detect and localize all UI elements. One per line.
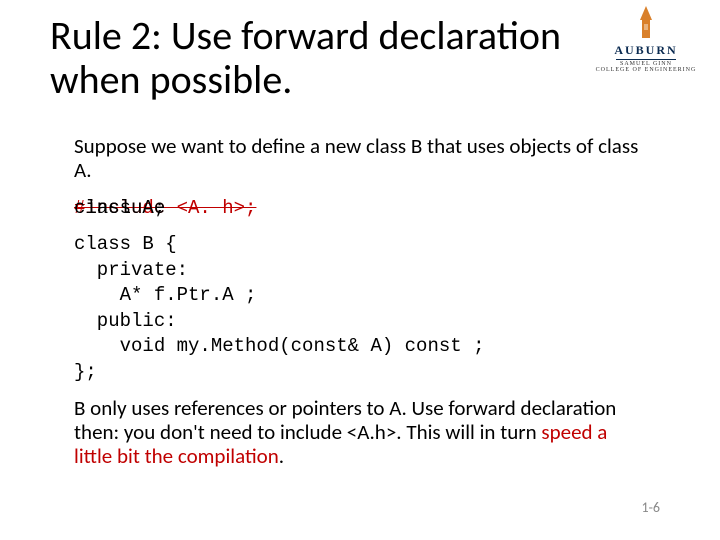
tower-icon bbox=[636, 6, 656, 45]
slide-title: Rule 2: Use forward declaration when pos… bbox=[50, 14, 590, 102]
outro-paragraph: B only uses references or pointers to A.… bbox=[74, 396, 650, 468]
intro-paragraph: Suppose we want to define a new class B … bbox=[74, 134, 650, 182]
logo-divider bbox=[616, 59, 676, 60]
slide: AUBURN SAMUEL GINN COLLEGE OF ENGINEERIN… bbox=[0, 0, 720, 540]
auburn-logo: AUBURN SAMUEL GINN COLLEGE OF ENGINEERIN… bbox=[586, 6, 706, 73]
outro-part1: B only uses references or pointers to A.… bbox=[74, 395, 616, 445]
slide-body: Suppose we want to define a new class B … bbox=[74, 134, 650, 482]
logo-subtitle-2: COLLEGE OF ENGINEERING bbox=[586, 67, 706, 73]
outro-part2: . bbox=[279, 443, 284, 469]
code-block: class B { private: A* f.Ptr.A ; public: … bbox=[74, 232, 650, 386]
class-a-overlay: class A; bbox=[74, 196, 165, 222]
page-number: 1-6 bbox=[642, 499, 660, 516]
code-strike-line: #include <A. h>; inclu e class A; bbox=[74, 196, 650, 222]
logo-wordmark: AUBURN bbox=[586, 43, 706, 58]
